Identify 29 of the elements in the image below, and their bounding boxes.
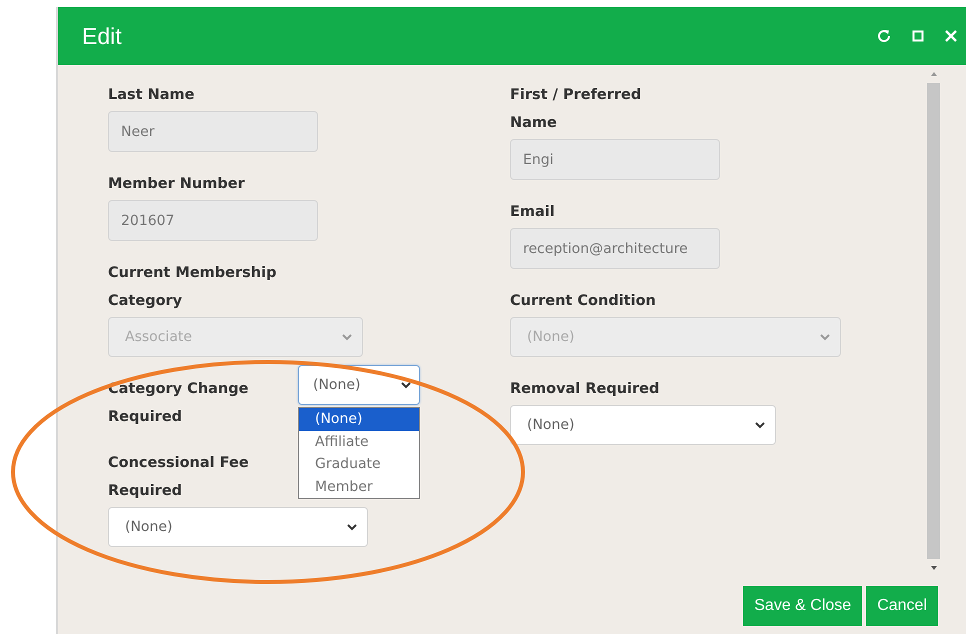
chevron-down-icon	[342, 334, 352, 340]
dropdown-option[interactable]: Graduate	[299, 453, 419, 476]
dropdown-field[interactable]: (None)	[108, 507, 368, 547]
chevron-down-icon	[401, 382, 411, 388]
field-label: Concessional Fee Required	[108, 454, 250, 501]
scroll-down-icon[interactable]	[930, 565, 938, 571]
field-label: Current Condition	[510, 292, 657, 311]
dropdown-option[interactable]: Member	[299, 476, 419, 498]
field-label: Removal Required	[510, 380, 660, 399]
cancel-button[interactable]: Cancel	[866, 586, 938, 626]
refresh-icon[interactable]	[876, 28, 892, 44]
chevron-down-icon	[347, 524, 357, 530]
field-label: First / Preferred Name	[510, 86, 642, 133]
scrollbar[interactable]	[926, 71, 941, 571]
field-label: Member Number	[108, 175, 246, 194]
field-label: Last Name	[108, 86, 196, 105]
save-button[interactable]: Save & Close	[743, 586, 862, 626]
chevron-down-icon	[755, 422, 765, 428]
scroll-up-icon[interactable]	[930, 71, 938, 77]
close-icon[interactable]	[944, 29, 958, 43]
window-title: Edit	[82, 22, 122, 50]
field-label: Email	[510, 203, 556, 222]
dropdown-field[interactable]: (None)	[298, 365, 420, 405]
dropdown-option[interactable]: Affiliate	[299, 430, 419, 453]
maximize-icon[interactable]	[912, 30, 924, 42]
chevron-down-icon	[820, 334, 830, 340]
dropdown-option[interactable]: (None)	[299, 408, 419, 430]
field-label: Current Membership Category	[108, 264, 278, 311]
dropdown-field[interactable]: (None)	[510, 405, 776, 445]
